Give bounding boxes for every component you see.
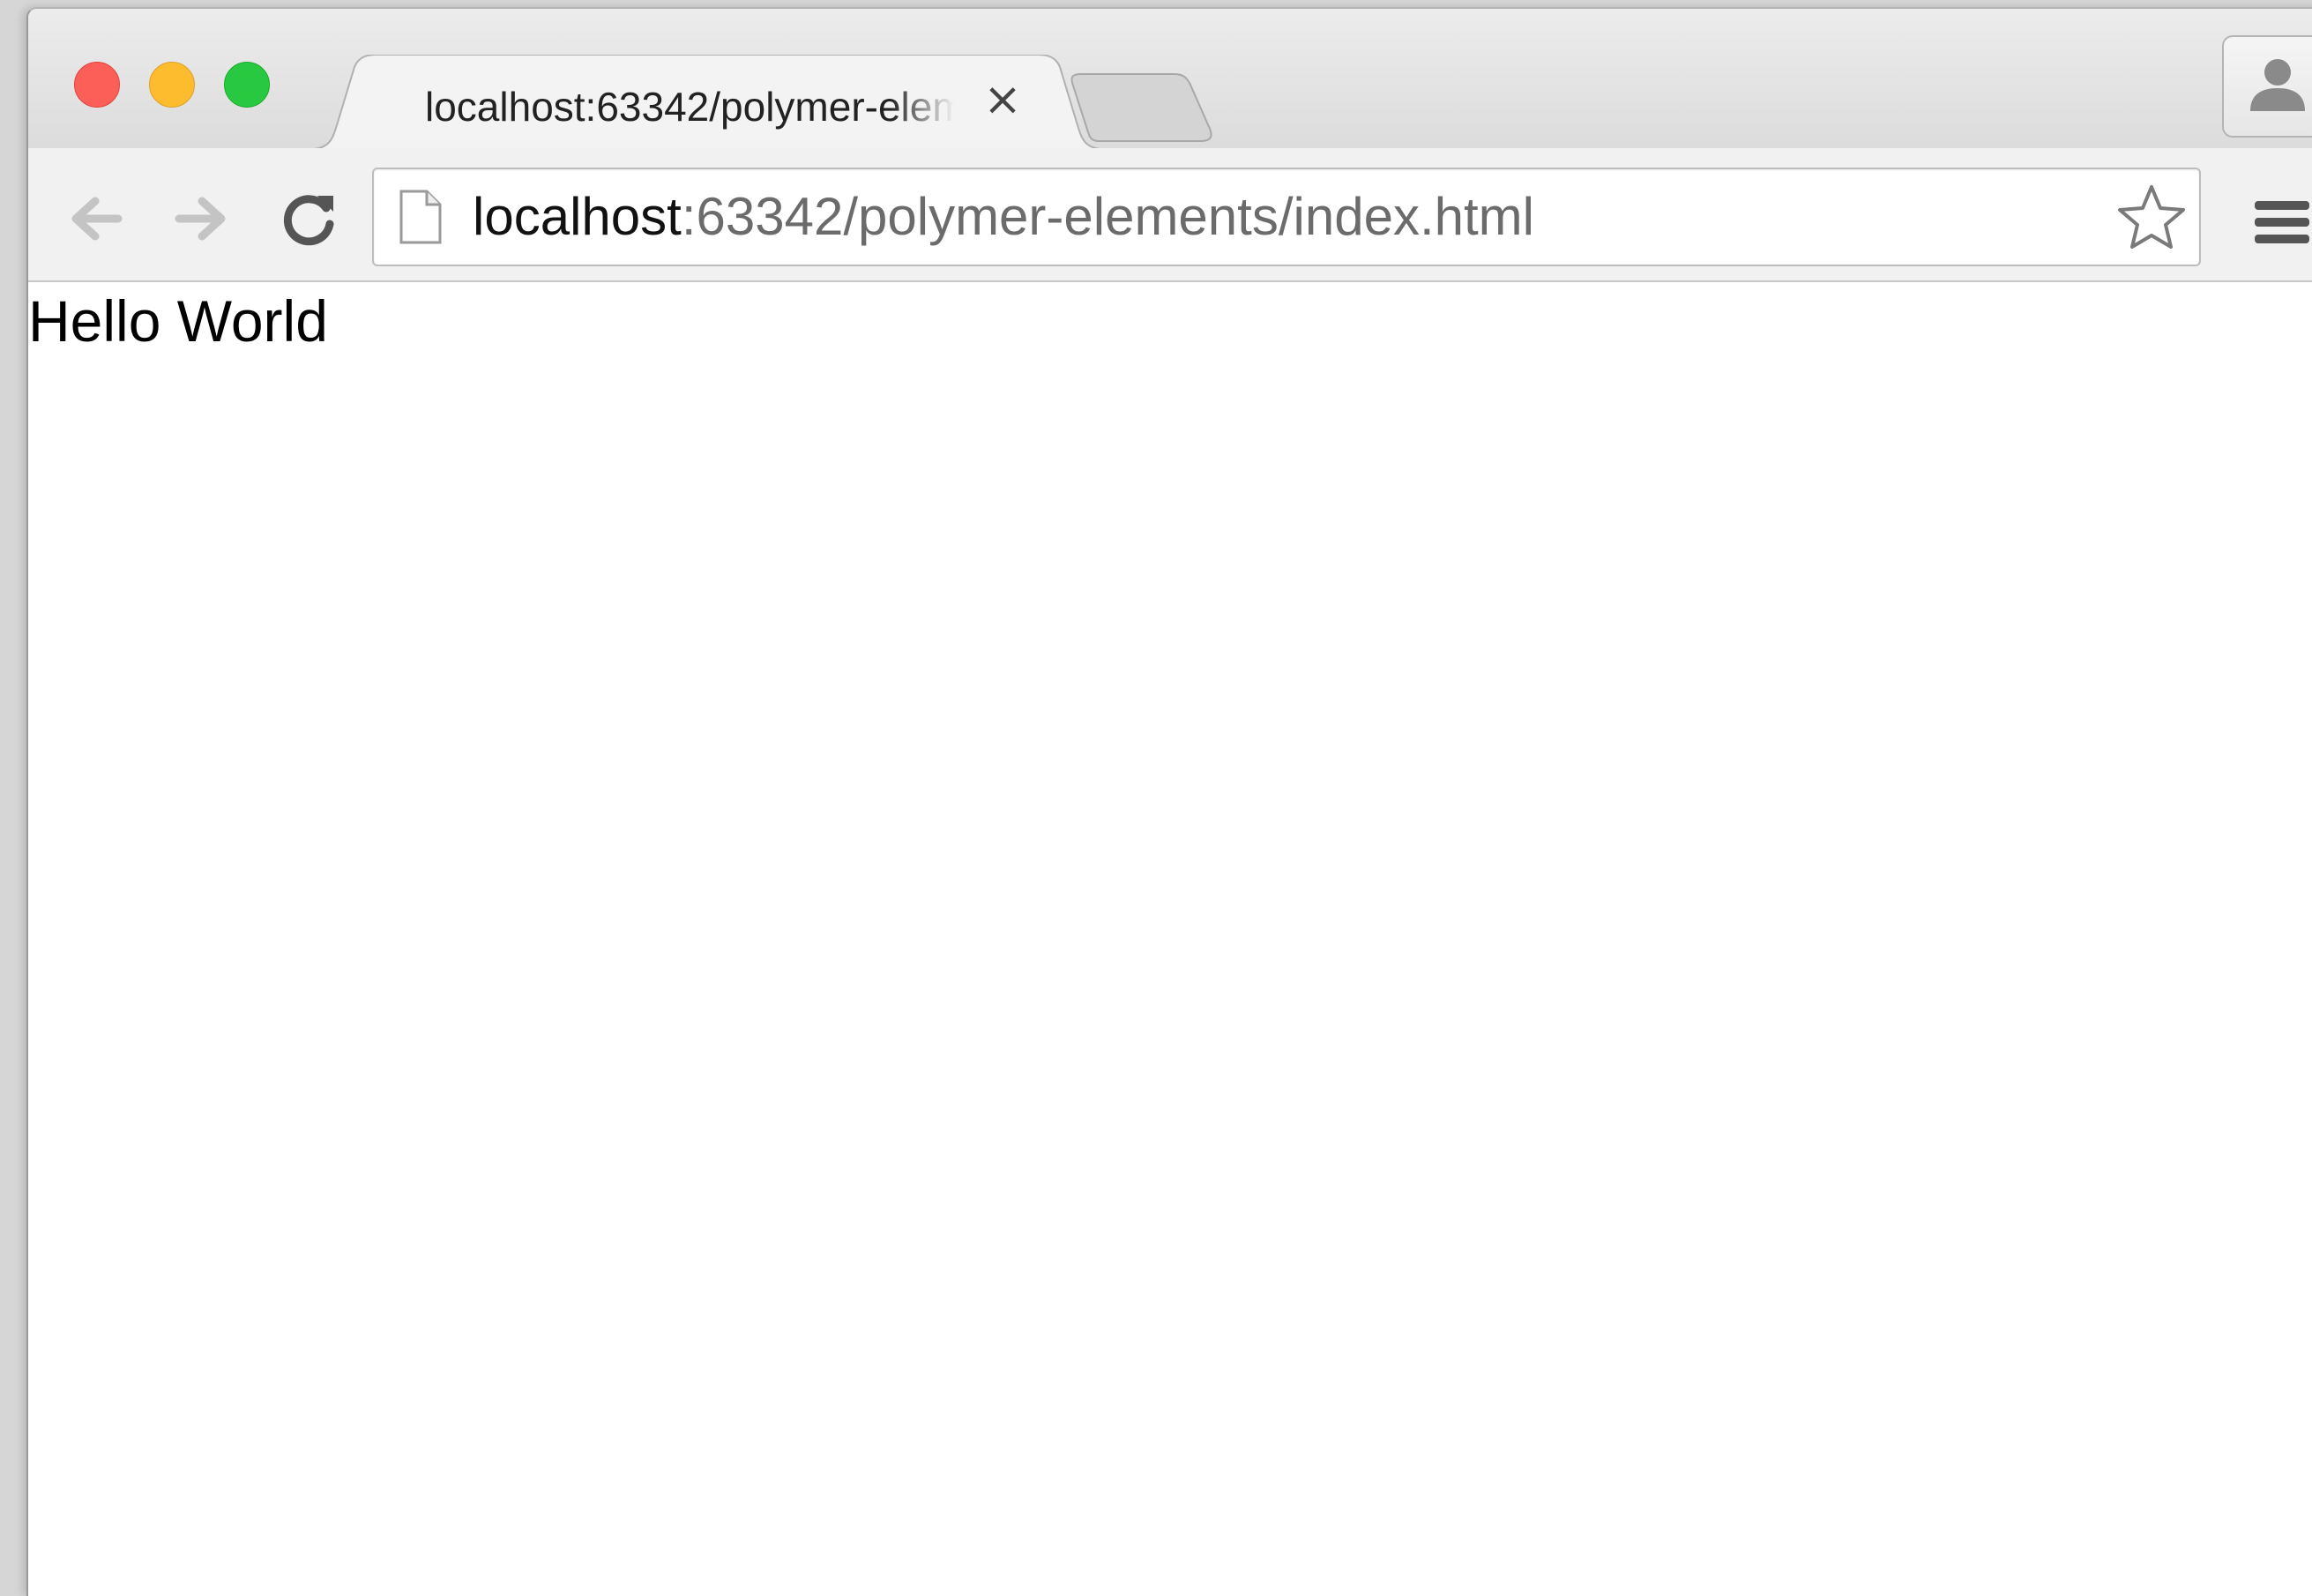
- url-host: localhost: [473, 187, 682, 246]
- new-tab-button[interactable]: [1069, 72, 1227, 143]
- window-close-button[interactable]: [74, 62, 120, 108]
- address-bar[interactable]: localhost:63342/polymer-elements/index.h…: [372, 168, 2201, 266]
- window-minimize-button[interactable]: [149, 62, 195, 108]
- page-content: Hello World: [28, 282, 2312, 1596]
- tab-active[interactable]: localhost:63342/polymer-elements/index.h…: [302, 55, 1113, 150]
- tab-title: localhost:63342/polymer-elements/index.h…: [425, 84, 954, 130]
- arrow-left-icon: [71, 197, 123, 241]
- menu-button[interactable]: [2246, 187, 2312, 257]
- close-icon[interactable]: ×: [981, 77, 1025, 123]
- star-icon[interactable]: [2116, 182, 2187, 252]
- hamburger-menu-icon: [2255, 201, 2309, 243]
- reload-icon: [283, 195, 334, 246]
- profile-button[interactable]: [2222, 35, 2312, 138]
- page-text: Hello World: [28, 288, 328, 354]
- new-tab-shape: [1070, 73, 1212, 142]
- arrow-right-icon: [175, 197, 226, 241]
- document-icon: [399, 190, 442, 244]
- url-text[interactable]: localhost:63342/polymer-elements/index.h…: [473, 189, 1534, 245]
- back-button[interactable]: [62, 183, 132, 254]
- toolbar: localhost:63342/polymer-elements/index.h…: [28, 148, 2312, 282]
- url-path: :63342/polymer-elements/index.html: [681, 187, 1534, 246]
- browser-window: localhost:63342/polymer-elements/index.h…: [26, 7, 2312, 1596]
- tab-strip: localhost:63342/polymer-elements/index.h…: [28, 9, 2312, 150]
- reload-button[interactable]: [273, 183, 344, 254]
- person-icon: [2250, 59, 2305, 111]
- window-maximize-button[interactable]: [224, 62, 270, 108]
- forward-button[interactable]: [165, 183, 235, 254]
